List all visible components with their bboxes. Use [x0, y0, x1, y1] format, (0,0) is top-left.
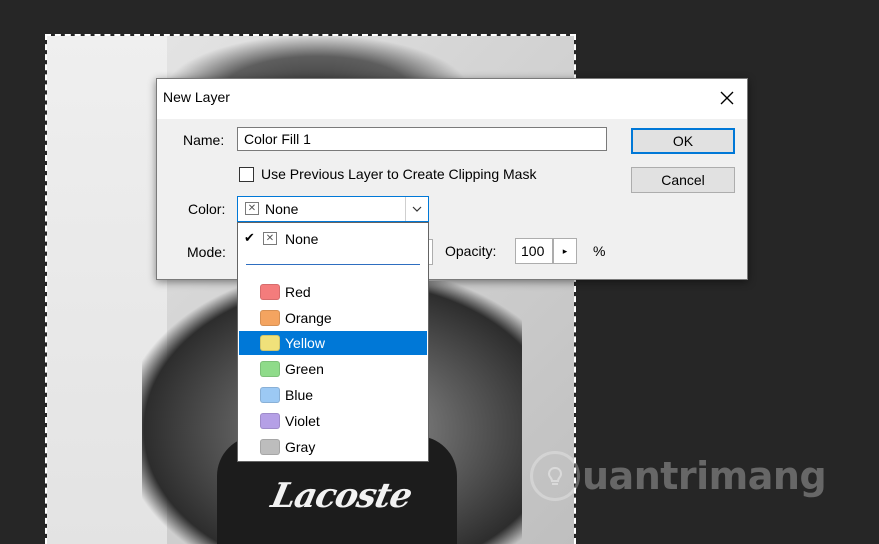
color-option-label: Green	[285, 361, 324, 377]
color-select-value: None	[265, 201, 299, 217]
color-option-violet[interactable]: Violet	[239, 409, 427, 433]
blue-swatch-icon	[260, 387, 280, 403]
ok-button[interactable]: OK	[631, 128, 735, 154]
clipping-mask-label: Use Previous Layer to Create Clipping Ma…	[261, 166, 537, 182]
green-swatch-icon	[260, 361, 280, 377]
violet-swatch-icon	[260, 413, 280, 429]
color-option-blue[interactable]: Blue	[239, 383, 427, 407]
color-option-gray[interactable]: Gray	[239, 435, 427, 459]
color-dropdown-list: ✔ ✕ None Red Orange Yellow Green Blue Vi…	[237, 222, 429, 462]
opacity-input[interactable]: 100	[515, 238, 553, 264]
dialog-titlebar: New Layer	[157, 79, 747, 119]
shirt-logo-text: Lacoste	[267, 476, 416, 516]
color-select[interactable]: ✕ None	[237, 196, 429, 222]
color-option-label: None	[285, 231, 319, 247]
name-label: Name:	[183, 132, 225, 148]
yellow-swatch-icon	[260, 335, 280, 351]
opacity-unit: %	[593, 243, 606, 259]
color-option-label: Gray	[285, 439, 316, 455]
chevron-down-icon[interactable]	[405, 197, 428, 221]
opacity-label: Opacity:	[445, 243, 497, 259]
color-option-green[interactable]: Green	[239, 357, 427, 381]
color-option-none[interactable]: ✔ ✕ None	[239, 227, 427, 251]
cancel-button[interactable]: Cancel	[631, 167, 735, 193]
name-input[interactable]	[237, 127, 607, 151]
checkmark-icon: ✔	[244, 230, 255, 245]
gray-swatch-icon	[260, 439, 280, 455]
watermark-logo-icon	[530, 451, 580, 501]
mode-label: Mode:	[187, 244, 226, 260]
dialog-title: New Layer	[163, 89, 230, 105]
red-swatch-icon	[260, 284, 280, 300]
opacity-slider-arrow-icon[interactable]: ▸	[553, 238, 577, 264]
color-option-label: Violet	[285, 413, 320, 429]
color-option-orange[interactable]: Orange	[239, 306, 427, 330]
color-option-label: Yellow	[285, 335, 325, 351]
watermark-text: uantrimang	[582, 454, 827, 498]
clipping-mask-checkbox[interactable]	[239, 167, 254, 182]
color-option-label: Blue	[285, 387, 314, 403]
close-icon	[720, 91, 734, 105]
color-option-label: Orange	[285, 310, 332, 326]
color-option-red[interactable]: Red	[239, 280, 427, 304]
no-color-swatch-icon: ✕	[263, 232, 277, 245]
color-label: Color:	[188, 201, 226, 217]
orange-swatch-icon	[260, 310, 280, 326]
dropdown-separator	[246, 264, 420, 265]
color-option-label: Red	[285, 284, 311, 300]
no-color-swatch-icon: ✕	[245, 202, 259, 215]
close-button[interactable]	[711, 83, 743, 113]
watermark: uantrimang	[530, 446, 827, 506]
color-option-yellow[interactable]: Yellow	[239, 331, 427, 355]
